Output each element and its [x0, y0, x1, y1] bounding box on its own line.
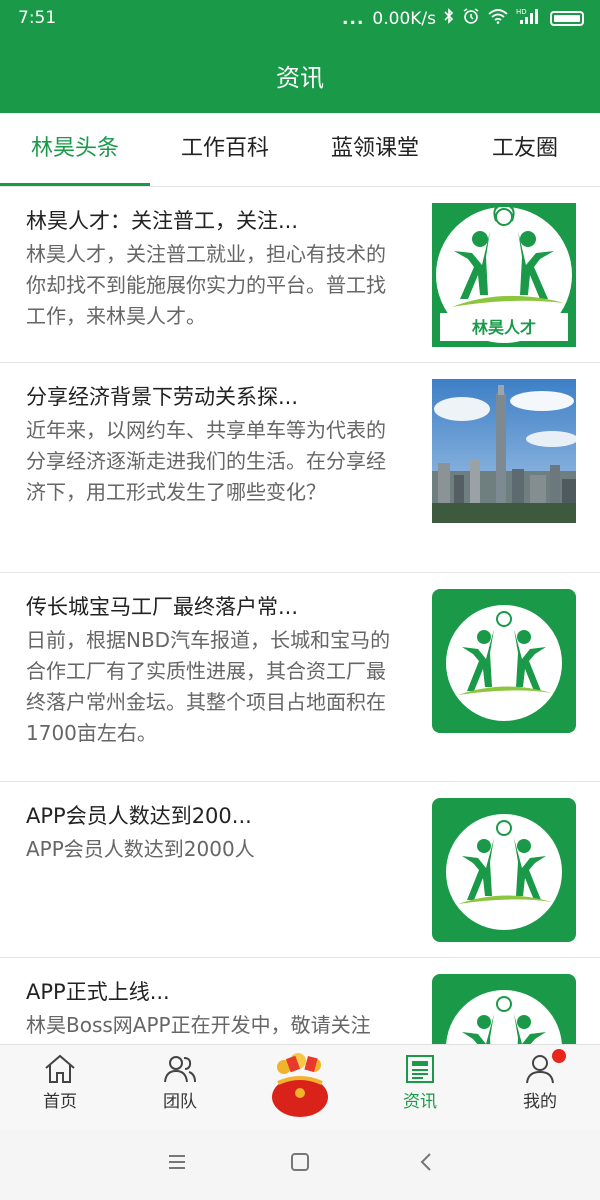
list-item[interactable]: 分享经济背景下劳动关系探... 近年来，以网约车、共享单车等为代表的分享经济逐渐… [0, 363, 600, 573]
article-thumbnail-city-photo [432, 379, 576, 523]
article-desc: 林昊Boss网APP正在开发中，敬请关注 [26, 1013, 371, 1037]
article-thumbnail-logo [432, 589, 576, 733]
news-icon [360, 1053, 480, 1085]
list-item[interactable]: APP正式上线... 林昊Boss网APP正在开发中，敬请关注 [0, 958, 600, 1044]
top-bar: 7:51 ... 0.00K/s HD 资讯 [0, 0, 600, 113]
team-icon [120, 1053, 240, 1085]
tab-bluecollar-class[interactable]: 蓝领课堂 [300, 113, 450, 187]
bluetooth-icon [444, 8, 454, 29]
wifi-icon [488, 8, 508, 29]
article-desc: 林昊人才，关注普工就业，担心有技术的你却找不到能施展你实力的平台。普工找工作，来… [26, 242, 386, 328]
tab-work-encyclopedia[interactable]: 工作百科 [150, 113, 300, 187]
article-title: APP会员人数达到200... [26, 804, 252, 828]
page-title: 资讯 [276, 64, 324, 92]
article-thumbnail-logo [432, 798, 576, 942]
notification-badge [552, 1049, 566, 1063]
nav-team-label: 团队 [163, 1092, 197, 1112]
signal-hd-label: HD [516, 8, 527, 16]
article-title: 传长城宝马工厂最终落户常... [26, 595, 299, 619]
article-list[interactable]: 林昊人才：关注普工，关注... 林昊人才，关注普工就业，担心有技术的你却找不到能… [0, 187, 600, 1044]
nav-news-label: 资讯 [403, 1092, 437, 1112]
home-icon [0, 1053, 120, 1085]
article-desc: APP会员人数达到2000人 [26, 837, 255, 861]
list-item[interactable]: APP会员人数达到200... APP会员人数达到2000人 [0, 782, 600, 958]
nav-team[interactable]: 团队 [120, 1045, 240, 1130]
active-tab-indicator [0, 183, 150, 186]
tab-linhao-headlines[interactable]: 林昊头条 [0, 113, 150, 187]
status-right: ... 0.00K/s HD [342, 7, 584, 30]
nav-red-envelope[interactable] [240, 1045, 360, 1130]
nav-news[interactable]: 资讯 [360, 1045, 480, 1130]
status-time: 7:51 [18, 8, 57, 28]
red-envelope-icon [240, 1049, 360, 1121]
tab-bar: 林昊头条 工作百科 蓝领课堂 工友圈 [0, 113, 600, 187]
bottom-nav: 首页 团队 资讯 我的 [0, 1044, 600, 1129]
nav-profile[interactable]: 我的 [480, 1045, 600, 1130]
article-title: 分享经济背景下劳动关系探... [26, 385, 299, 409]
status-bar: 7:51 ... 0.00K/s HD [0, 0, 600, 36]
profile-icon [480, 1053, 600, 1085]
article-thumbnail-logo: 林昊人才 [432, 203, 576, 347]
list-item[interactable]: 传长城宝马工厂最终落户常... 日前，根据NBD汽车报道，长城和宝马的合作工厂有… [0, 573, 600, 782]
status-dots: ... [342, 8, 365, 29]
menu-icon[interactable] [166, 1151, 188, 1177]
alarm-icon [462, 7, 480, 30]
battery-icon [550, 11, 584, 26]
back-icon[interactable] [416, 1151, 438, 1177]
nav-profile-label: 我的 [523, 1092, 557, 1112]
article-desc: 近年来，以网约车、共享单车等为代表的分享经济逐渐走进我们的生活。在分享经济下，用… [26, 418, 386, 504]
home-button-icon[interactable] [289, 1151, 311, 1177]
article-title: APP正式上线... [26, 980, 170, 1004]
article-thumbnail-logo [432, 974, 576, 1044]
article-desc: 日前，根据NBD汽车报道，长城和宝马的合作工厂有了实质性进展，其合资工厂最终落户… [26, 628, 391, 745]
tab-worker-circle[interactable]: 工友圈 [450, 113, 600, 187]
system-nav-bar [0, 1129, 600, 1200]
network-speed: 0.00K/s [372, 8, 436, 29]
article-title: 林昊人才：关注普工，关注... [26, 209, 299, 233]
nav-home[interactable]: 首页 [0, 1045, 120, 1130]
signal-icon: HD [516, 7, 542, 30]
list-item[interactable]: 林昊人才：关注普工，关注... 林昊人才，关注普工就业，担心有技术的你却找不到能… [0, 187, 600, 363]
logo-text: 林昊人才 [472, 318, 536, 337]
nav-home-label: 首页 [43, 1092, 77, 1112]
